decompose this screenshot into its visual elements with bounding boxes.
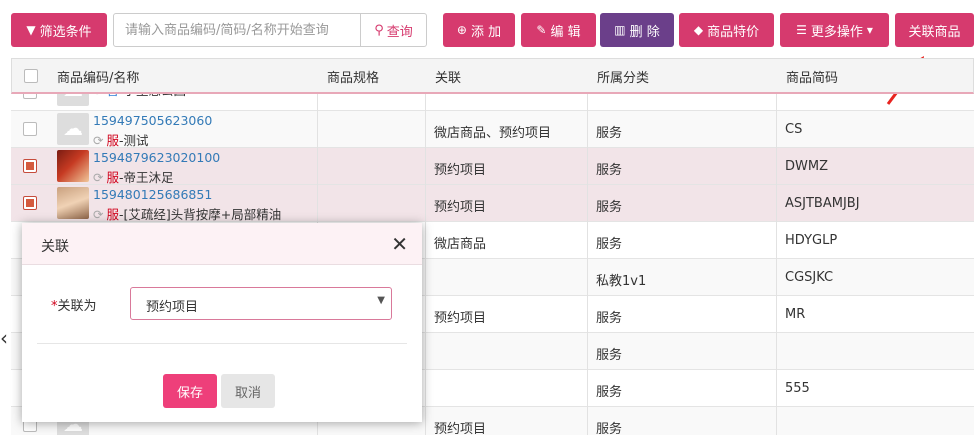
- link-cell: 微店商品: [434, 237, 487, 252]
- category-cell: 服务: [596, 163, 623, 178]
- tag-icon: ◆: [693, 23, 704, 37]
- product-thumbnail: [57, 150, 89, 182]
- filter-button[interactable]: ▼ 筛选条件: [11, 13, 107, 47]
- close-icon[interactable]: ✕: [391, 232, 408, 256]
- edit-button[interactable]: ✎ 编 辑: [521, 13, 596, 47]
- category-cell: 服务: [596, 385, 623, 400]
- caret-down-icon: ▼: [377, 295, 385, 306]
- header-spec: 商品规格: [327, 71, 380, 86]
- edit-button-label: 编 辑: [550, 24, 581, 40]
- table-header: 商品编码/名称 商品规格 关联 所属分类 商品简码: [11, 58, 974, 94]
- product-thumbnail: [57, 187, 89, 219]
- category-cell: 服务: [596, 237, 623, 252]
- dialog-divider: [37, 343, 407, 344]
- menu-icon: ☰: [796, 23, 807, 37]
- search-button-label: 查询: [386, 24, 413, 40]
- link-cell: 预约项目: [434, 200, 487, 215]
- link-cell: 预约项目: [434, 422, 487, 435]
- link-products-button[interactable]: 关联商品: [895, 13, 974, 47]
- category-cell: 私教1v1: [596, 274, 647, 289]
- dialog-title: 关联: [41, 239, 69, 255]
- table-row[interactable]: 159480125686851 ⟳ 服-[艾疏经]头背按摩+局部精油 预约项目 服务 AS…: [11, 185, 974, 222]
- search-box: ⚲ 查询: [113, 13, 427, 47]
- product-name-text: -测试: [119, 133, 149, 148]
- link-type-selected-value: 预约项目: [146, 300, 199, 315]
- plus-circle-icon: ⊕: [456, 23, 467, 37]
- caret-down-icon: ▾: [866, 23, 873, 37]
- link-dialog: 关联 ✕ *关联为 预约项目 ▼ 保存 取消: [22, 223, 422, 422]
- row-checkbox[interactable]: [23, 122, 37, 136]
- column-divider: [587, 94, 588, 435]
- column-divider: [425, 94, 426, 435]
- link-cell: 微店商品、预约项目: [434, 126, 552, 141]
- category-cell: 服务: [596, 348, 623, 363]
- table-row[interactable]: 1594879623020100 ⟳ 服-帝王沐足 预约项目 服务 DWMZ: [11, 148, 974, 185]
- row-checkbox[interactable]: [23, 159, 37, 173]
- link-type-select[interactable]: 预约项目 ▼: [130, 287, 392, 320]
- edit-icon: ✎: [536, 23, 547, 37]
- add-button[interactable]: ⊕ 添 加: [443, 13, 515, 47]
- add-button-label: 添 加: [470, 24, 502, 40]
- short-code-cell: MR: [785, 307, 806, 322]
- product-code-link[interactable]: 159497505623060: [93, 113, 212, 128]
- link-type-label: *关联为: [51, 295, 97, 314]
- table-row[interactable]: 159497505623060 ⟳服-测试 微店商品、预约项目 服务 CS: [11, 111, 974, 148]
- short-code-cell: HDYGLP: [785, 233, 838, 248]
- short-code-cell: DWMZ: [785, 159, 828, 174]
- header-link: 关联: [435, 71, 462, 86]
- more-actions-button-label: 更多操作: [810, 24, 863, 40]
- save-button[interactable]: 保存: [163, 374, 217, 408]
- row-checkbox[interactable]: [23, 196, 37, 210]
- product-type-tag: 服: [106, 207, 119, 222]
- short-code-cell: 555: [785, 381, 810, 396]
- refresh-icon: ⟳: [93, 207, 104, 222]
- delete-button[interactable]: ▥ 删 除: [600, 13, 674, 47]
- category-cell: 服务: [596, 126, 623, 141]
- link-type-label-text: 关联为: [57, 299, 97, 314]
- header-short-code: 商品简码: [786, 71, 839, 86]
- header-code-name: 商品编码/名称: [57, 71, 140, 86]
- product-name: ⟳普-艾酷V620: [93, 431, 181, 435]
- product-name: ⟳ 服-测试: [93, 130, 149, 149]
- category-cell: 服务: [596, 200, 623, 215]
- short-code-cell: ASJTBAMJBJ: [785, 196, 860, 211]
- header-category: 所属分类: [597, 71, 650, 86]
- filter-icon: ▼: [26, 23, 36, 37]
- product-code-link[interactable]: 1594879623020100: [93, 150, 220, 165]
- search-icon: ⚲: [374, 22, 384, 38]
- column-divider: [776, 94, 777, 435]
- refresh-icon: ⟳: [93, 170, 104, 185]
- search-input[interactable]: [114, 14, 358, 46]
- search-button[interactable]: ⚲ 查询: [360, 14, 426, 46]
- dialog-header: 关联 ✕: [22, 223, 422, 265]
- refresh-icon: ⟳: [93, 133, 104, 148]
- product-type-tag: 服: [106, 133, 119, 148]
- short-code-cell: CGSJKC: [785, 270, 834, 285]
- special-price-button[interactable]: ◆ 商品特价: [679, 13, 774, 47]
- filter-button-label: 筛选条件: [39, 24, 92, 40]
- product-name-text: -[艾疏经]头背按摩+局部精油: [119, 207, 282, 222]
- link-cell: 预约项目: [434, 163, 487, 178]
- scroll-left-icon[interactable]: ‹: [0, 326, 12, 350]
- short-code-cell: CS: [785, 122, 803, 137]
- trash-icon: ▥: [614, 23, 626, 37]
- product-code-link[interactable]: 159480125686851: [93, 187, 212, 202]
- link-cell: 预约项目: [434, 311, 487, 326]
- category-cell: 服务: [596, 311, 623, 326]
- image-placeholder-icon: [57, 113, 89, 145]
- toolbar: ▼ 筛选条件 ⚲ 查询 ⊕ 添 加 ✎ 编 辑 ▥ 删 除 ◆ 商品特价 ☰ 更…: [0, 0, 974, 58]
- product-name: ⟳ 服-帝王沐足: [93, 167, 174, 186]
- product-name: ⟳ 服-[艾疏经]头背按摩+局部精油: [93, 204, 281, 223]
- special-price-button-label: 商品特价: [707, 24, 760, 40]
- select-all-checkbox[interactable]: [24, 69, 38, 83]
- product-name-text: -帝王沐足: [119, 170, 174, 185]
- link-products-button-label: 关联商品: [908, 24, 961, 40]
- product-type-tag: 服: [106, 170, 119, 185]
- category-cell: 服务: [596, 422, 623, 435]
- delete-button-label: 删 除: [629, 24, 660, 40]
- cancel-button[interactable]: 取消: [221, 374, 275, 408]
- more-actions-button[interactable]: ☰ 更多操作 ▾: [780, 13, 889, 47]
